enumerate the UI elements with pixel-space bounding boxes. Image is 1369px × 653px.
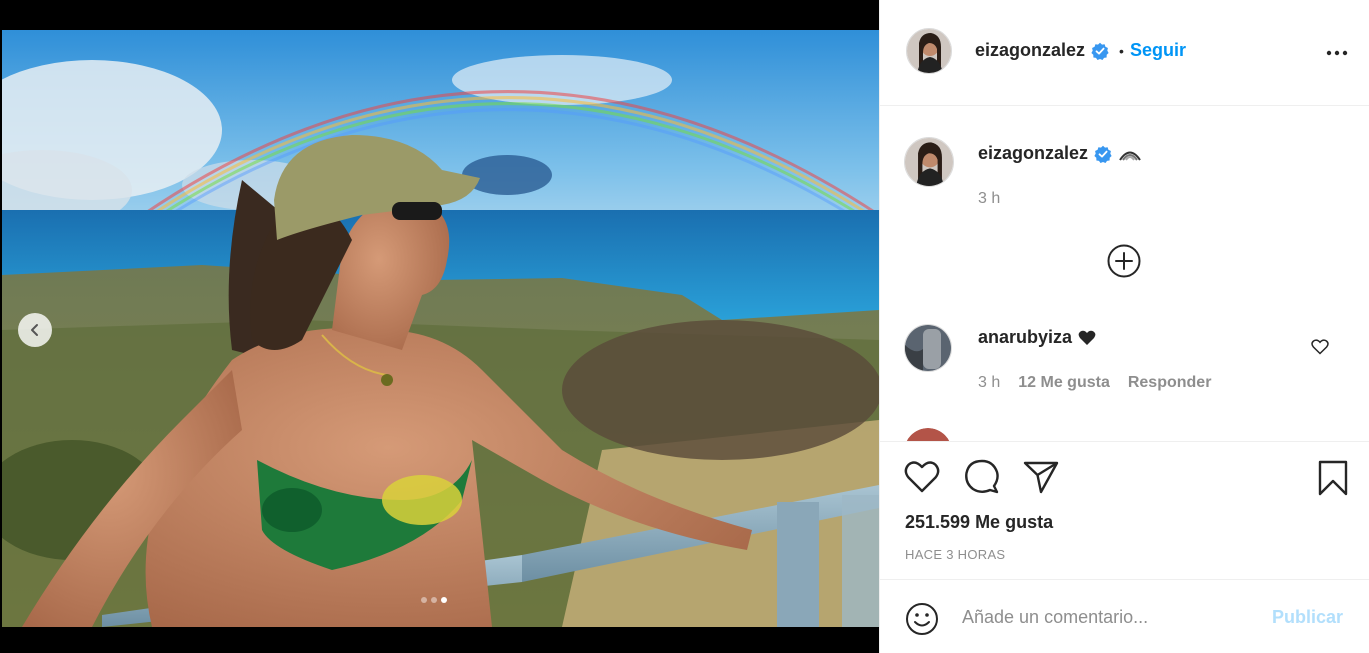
- comment-likes[interactable]: 12 Me gusta: [1018, 374, 1110, 392]
- photo-illustration: [2, 30, 879, 627]
- more-options-button[interactable]: [1322, 44, 1352, 62]
- comment-row: anarubyiza: [978, 327, 1096, 348]
- post-actions: 251.599 Me gusta HACE 3 HORAS: [880, 441, 1369, 579]
- caption-username[interactable]: eizagonzalez: [978, 143, 1088, 164]
- carousel-previous-button[interactable]: [18, 313, 52, 347]
- author-username[interactable]: eizagonzalez: [975, 40, 1085, 61]
- emoji-button[interactable]: [905, 602, 939, 641]
- comment-like-button[interactable]: [1311, 339, 1329, 360]
- comment-bubble-icon: [965, 459, 999, 494]
- follow-separator: •: [1119, 42, 1124, 59]
- comments-section: eizagonzalez 3 h anarubyiza 3 h 12 Me gu…: [880, 106, 1369, 442]
- post-timestamp: HACE 3 HORAS: [905, 547, 1006, 562]
- post-photo[interactable]: [2, 30, 879, 627]
- post-media: [0, 0, 879, 653]
- carousel-dot-active: [441, 597, 447, 603]
- load-more-comments-button[interactable]: [1107, 244, 1141, 278]
- comment-reply-button[interactable]: Responder: [1128, 374, 1212, 392]
- rainbow-emoji-icon: [1119, 151, 1141, 161]
- post-details-panel: eizagonzalez • Seguir eizagonzalez 3 h a…: [879, 0, 1369, 653]
- plus-circle-icon: [1107, 244, 1141, 278]
- carousel-dot: [431, 597, 437, 603]
- comment-time: 3 h: [978, 374, 1001, 391]
- bookmark-outline-icon: [1318, 460, 1348, 496]
- avatar-image: [905, 325, 951, 371]
- comment-avatar[interactable]: [904, 324, 952, 372]
- comment-avatar-partial: [904, 428, 952, 442]
- caption-row: eizagonzalez: [978, 143, 1142, 164]
- like-button[interactable]: [904, 460, 940, 499]
- comment-composer: Publicar: [880, 579, 1369, 653]
- verified-badge-icon: [1094, 145, 1112, 163]
- caption-author-avatar[interactable]: [904, 137, 954, 187]
- share-button[interactable]: [1023, 460, 1059, 499]
- avatar-image: [905, 138, 953, 186]
- heart-outline-icon: [904, 461, 940, 493]
- follow-button[interactable]: Seguir: [1130, 40, 1186, 61]
- avatar-image: [906, 428, 950, 442]
- author-avatar[interactable]: [906, 28, 952, 74]
- paper-plane-icon: [1023, 461, 1059, 494]
- chevron-left-icon: [31, 324, 38, 336]
- post-header: eizagonzalez • Seguir: [880, 0, 1369, 106]
- caption-time: 3 h: [978, 190, 1001, 207]
- likes-count[interactable]: 251.599 Me gusta: [905, 512, 1053, 533]
- verified-badge-icon: [1091, 42, 1109, 60]
- comment-button[interactable]: [964, 459, 1000, 500]
- comment-meta: 3 h 12 Me gusta Responder: [978, 374, 1211, 392]
- avatar-image: [907, 29, 951, 73]
- save-button[interactable]: [1317, 460, 1349, 501]
- publish-button[interactable]: Publicar: [1272, 607, 1343, 628]
- smiley-icon: [906, 603, 938, 635]
- carousel-dot: [421, 597, 427, 603]
- comment-username[interactable]: anarubyiza: [978, 327, 1072, 348]
- heart-outline-icon: [1311, 339, 1329, 355]
- black-heart-emoji-icon: [1078, 330, 1096, 345]
- comment-input[interactable]: [962, 602, 1262, 632]
- more-horizontal-icon: [1326, 50, 1348, 56]
- carousel-indicator: [421, 597, 447, 603]
